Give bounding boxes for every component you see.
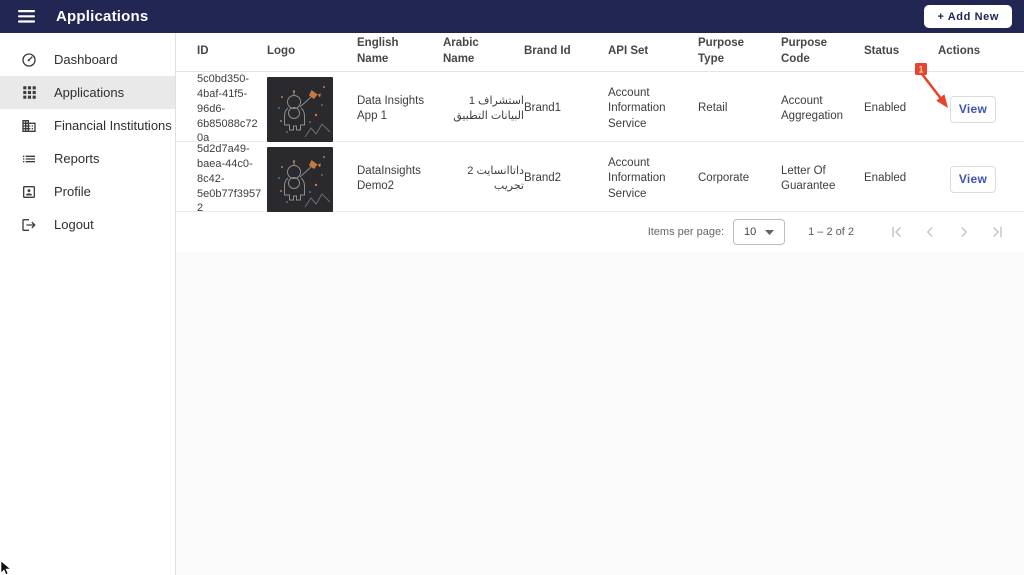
financial-institutions-icon	[21, 118, 37, 134]
chevron-down-icon	[765, 226, 775, 238]
main-content: ID Logo English Name Arabic Name Brand I…	[176, 33, 1024, 575]
cell-id: 5c0bd350-4baf-41f5-96d6-6b85088c720a	[197, 73, 258, 145]
table-row: 5c0bd350-4baf-41f5-96d6-6b85088c720a Dat…	[176, 72, 1024, 144]
app-logo-image	[267, 146, 333, 212]
table-row: 5d2d7a49-baea-44c0-8c42-5e0b77f39572 Dat…	[176, 142, 1024, 214]
content-shell: Dashboard Applications Financial Institu…	[0, 33, 1024, 575]
next-page-icon[interactable]	[952, 220, 976, 244]
sidebar-item-logout[interactable]: Logout	[0, 208, 175, 241]
column-header-brand-id: Brand Id	[524, 45, 571, 58]
cell-english-name: DataInsights Demo2	[357, 164, 421, 193]
sidebar-item-profile[interactable]: Profile	[0, 175, 175, 208]
reports-icon	[21, 151, 37, 167]
page-size-value: 10	[744, 226, 757, 238]
add-new-button[interactable]: + Add New	[924, 5, 1012, 28]
column-header-logo: Logo	[267, 45, 296, 58]
cell-purpose-code: Letter Of Guarantee	[781, 164, 836, 193]
sidebar-item-dashboard[interactable]: Dashboard	[0, 43, 175, 76]
column-header-english-name: English Name	[357, 37, 399, 65]
column-header-id: ID	[197, 45, 209, 58]
table-header-row: ID Logo English Name Arabic Name Brand I…	[176, 33, 1024, 72]
app-logo-image	[267, 76, 333, 142]
last-page-icon[interactable]	[986, 220, 1010, 244]
page-range-label: 1 – 2 of 2	[808, 226, 854, 238]
dashboard-icon	[21, 52, 37, 68]
cell-english-name: Data Insights App 1	[357, 94, 425, 123]
cell-arabic-name: استشراف 1 البيانات التطبيق	[453, 95, 524, 123]
profile-icon	[21, 184, 37, 200]
column-header-arabic-name: Arabic Name	[443, 37, 479, 65]
application-window: Applications + Add New Dashboard Applica…	[0, 0, 1024, 575]
top-navbar: Applications + Add New	[0, 0, 1024, 33]
cell-purpose-code: Account Aggregation	[781, 94, 844, 123]
paginator: Items per page: 10 1 – 2 of 2	[176, 212, 1024, 252]
sidebar-item-label: Applications	[54, 85, 125, 100]
cell-id: 5d2d7a49-baea-44c0-8c42-5e0b77f39572	[197, 143, 262, 215]
cell-actions: View	[938, 165, 1024, 193]
sidebar-item-label: Profile	[54, 184, 91, 199]
sidebar: Dashboard Applications Financial Institu…	[0, 33, 176, 575]
sidebar-item-label: Dashboard	[54, 52, 118, 67]
cell-brand-id: Brand1	[524, 102, 562, 115]
cell-api-set: Account Information Service	[608, 156, 666, 200]
column-header-purpose-code: Purpose Code	[781, 37, 828, 65]
cell-logo	[267, 146, 357, 212]
sidebar-item-reports[interactable]: Reports	[0, 142, 175, 175]
sidebar-item-applications[interactable]: Applications	[0, 76, 175, 109]
applications-table-card: ID Logo English Name Arabic Name Brand I…	[176, 33, 1024, 252]
previous-page-icon[interactable]	[918, 220, 942, 244]
cell-brand-id: Brand2	[524, 172, 562, 185]
cell-purpose-type: Corporate	[698, 172, 750, 185]
view-button[interactable]: View	[950, 165, 996, 193]
page-title: Applications	[56, 8, 149, 25]
hamburger-menu-icon[interactable]	[15, 8, 37, 26]
cell-status: Enabled	[864, 102, 907, 115]
column-header-purpose-type: Purpose Type	[698, 37, 745, 65]
sidebar-item-label: Logout	[54, 217, 94, 232]
cell-api-set: Account Information Service	[608, 86, 666, 130]
view-button[interactable]: View	[950, 95, 996, 123]
logout-icon	[21, 217, 37, 233]
cell-status: Enabled	[864, 172, 907, 185]
first-page-icon[interactable]	[884, 220, 908, 244]
cell-logo	[267, 76, 357, 142]
column-header-status: Status	[864, 45, 900, 58]
sidebar-item-financial-institutions[interactable]: Financial Institutions	[0, 109, 175, 142]
cell-actions: View	[938, 95, 1024, 123]
sidebar-item-label: Reports	[54, 151, 100, 166]
column-header-api-set: API Set	[608, 45, 649, 58]
cell-arabic-name: داتاانسايت 2 تجريب	[467, 165, 524, 193]
items-per-page-label: Items per page:	[647, 226, 725, 238]
sidebar-item-label: Financial Institutions	[54, 118, 172, 133]
cell-purpose-type: Retail	[698, 102, 728, 115]
page-size-select[interactable]: 10	[733, 219, 786, 245]
applications-icon	[21, 85, 37, 101]
column-header-actions: Actions	[938, 45, 981, 58]
